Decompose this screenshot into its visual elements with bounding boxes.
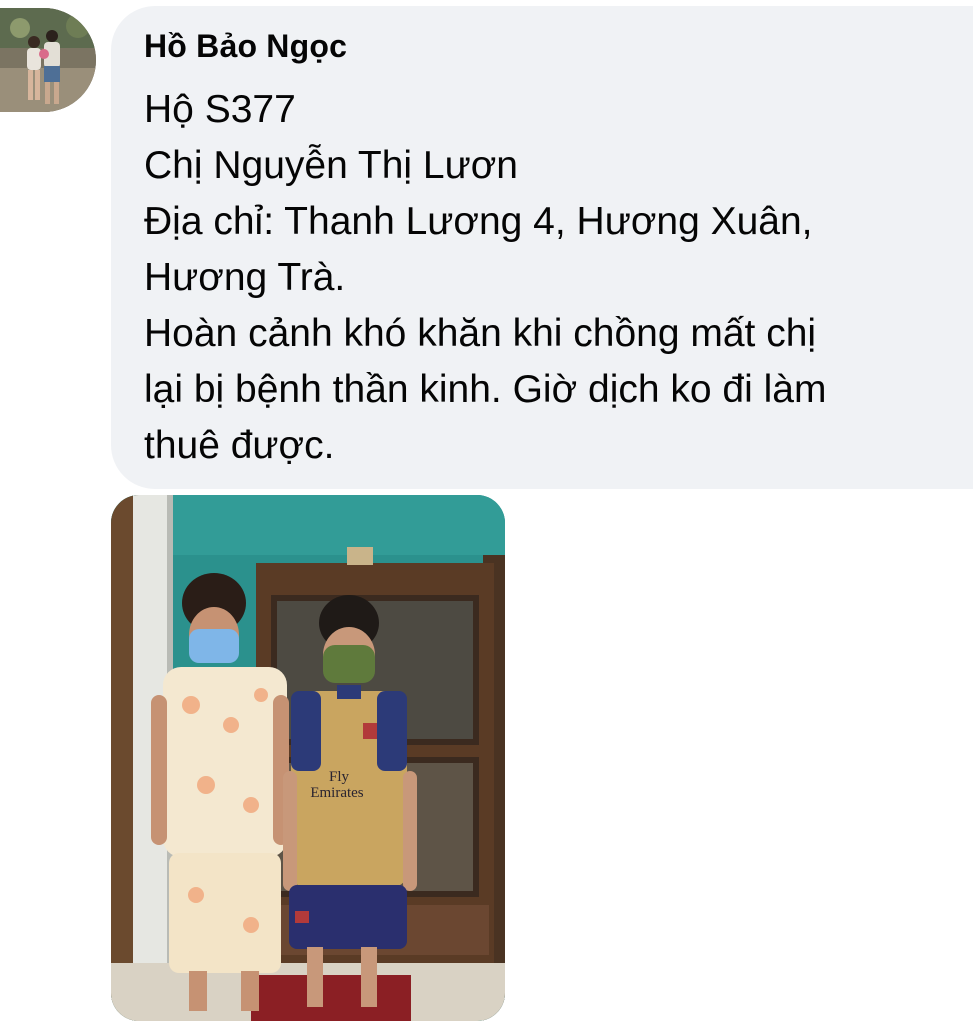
comment-body-line: Hương Trà. [144, 256, 346, 299]
avatar[interactable] [0, 8, 96, 112]
comment-thread: Hồ Bảo Ngọc Hộ S377 Chị Nguyễn Thị Lươn … [0, 0, 973, 1031]
comment-body-line: lại bị bệnh thần kinh. Giờ dịch ko đi là… [144, 368, 827, 411]
comment-body-line: Chị Nguyễn Thị Lươn [144, 144, 518, 187]
comment-body-line: Địa chỉ: Thanh Lương 4, Hương Xuân, [144, 200, 813, 243]
avatar-photo [0, 8, 96, 112]
comment-author-name[interactable]: Hồ Bảo Ngọc [144, 24, 347, 68]
comment-attached-photo[interactable]: Fly Emirates [111, 495, 505, 1021]
comment-body-line: Hoàn cảnh khó khăn khi chồng mất chị [144, 312, 817, 355]
photo-scene: Fly Emirates [111, 495, 505, 1021]
comment-bubble: Hồ Bảo Ngọc Hộ S377 Chị Nguyễn Thị Lươn … [111, 6, 973, 489]
shirt-text-line2: Emirates [310, 785, 363, 801]
comment-body-line: thuê được. [144, 424, 335, 467]
shirt-text-line1: Fly [329, 769, 350, 785]
comment-body-line: Hộ S377 [144, 88, 296, 131]
comment-body: Hộ S377 Chị Nguyễn Thị Lươn Địa chỉ: Tha… [144, 82, 944, 474]
